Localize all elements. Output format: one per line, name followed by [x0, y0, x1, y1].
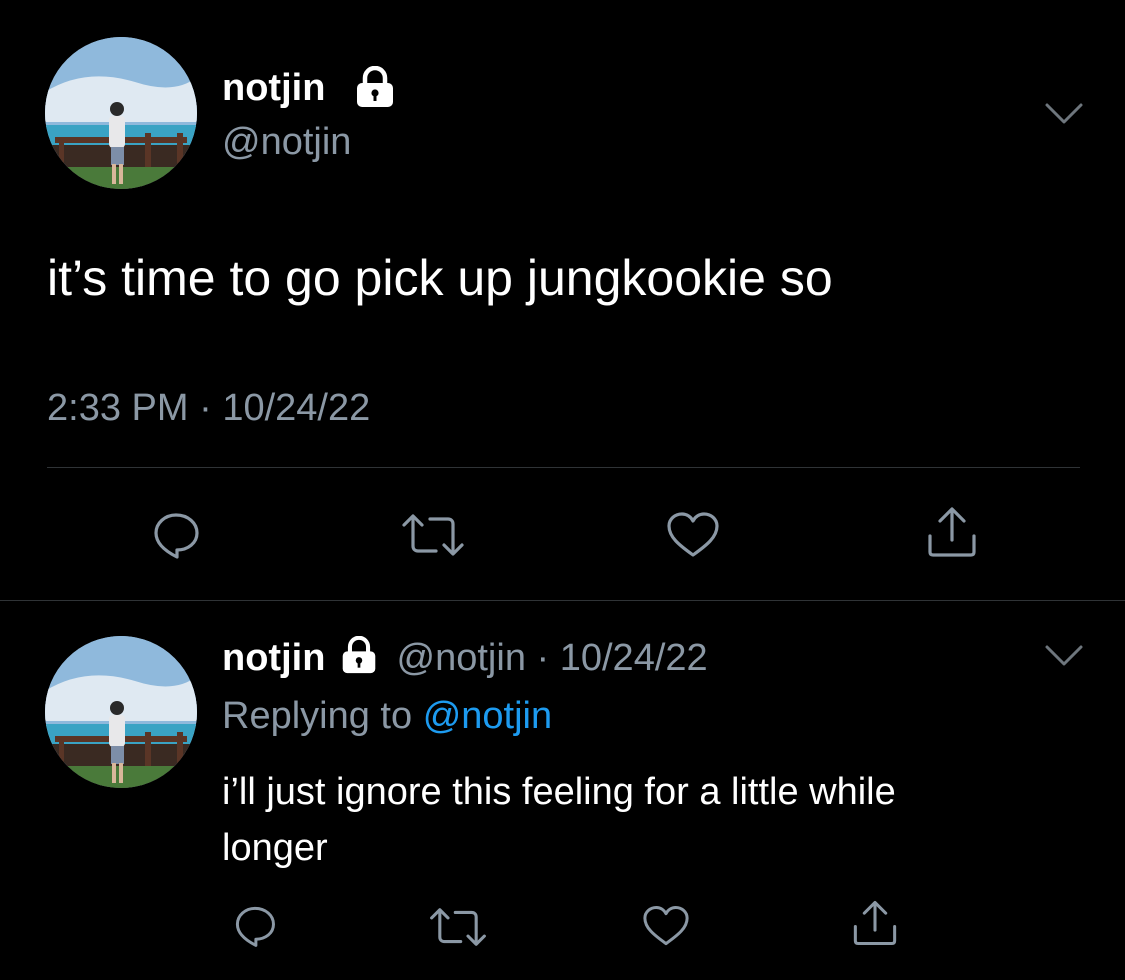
avatar[interactable]	[45, 37, 197, 189]
tweet-time: 2:33 PM	[47, 387, 189, 429]
tweet-timestamp[interactable]: 2:33 PM · 10/24/22	[47, 386, 370, 430]
reply-text-line: longer	[222, 827, 328, 869]
replying-to-handle-link[interactable]: @notjin	[423, 695, 552, 737]
chevron-down-icon[interactable]	[1044, 100, 1084, 128]
share-icon[interactable]	[850, 898, 900, 948]
replying-to-label: Replying to	[222, 695, 413, 737]
reply-date[interactable]: 10/24/22	[560, 637, 708, 679]
display-name[interactable]: notjin	[222, 66, 325, 110]
divider	[47, 467, 1080, 468]
tweet-date: 10/24/22	[222, 387, 371, 429]
lock-icon	[338, 635, 380, 684]
reply-avatar[interactable]	[45, 636, 197, 788]
separator-dot: ·	[199, 387, 212, 429]
heart-icon[interactable]	[641, 904, 691, 948]
reply-text: i’ll just ignore this feeling for a litt…	[222, 764, 896, 876]
share-icon[interactable]	[924, 504, 980, 560]
handle[interactable]: @notjin	[222, 120, 351, 164]
reply-text-line: i’ll just ignore this feeling for a litt…	[222, 771, 896, 813]
separator-dot: ·	[536, 637, 550, 679]
tweet-text: it’s time to go pick up jungkookie so	[47, 250, 833, 306]
reply-icon[interactable]	[232, 904, 278, 948]
reply-display-name[interactable]: notjin	[222, 637, 325, 679]
lock-icon	[352, 65, 398, 113]
retweet-icon[interactable]	[428, 906, 488, 948]
reply-chevron-down-icon[interactable]	[1044, 642, 1084, 670]
section-divider	[0, 600, 1125, 601]
replying-to: Replying to @notjin	[222, 694, 552, 738]
reply-handle[interactable]: @notjin	[397, 637, 526, 679]
retweet-icon[interactable]	[400, 512, 466, 558]
reply-header: notjin @notjin · 10/24/22	[222, 635, 708, 684]
reply-icon[interactable]	[150, 510, 202, 560]
heart-icon[interactable]	[665, 510, 721, 560]
